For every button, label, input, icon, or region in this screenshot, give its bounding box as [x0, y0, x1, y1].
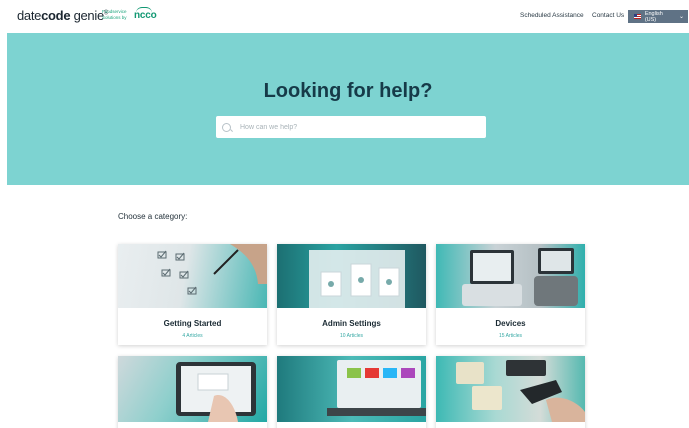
choose-category-heading: Choose a category: [118, 212, 188, 221]
category-card-4[interactable] [118, 356, 267, 428]
category-card-6[interactable] [436, 356, 585, 428]
category-card-devices[interactable]: Devices 15 Articles [436, 244, 585, 345]
search-icon [222, 122, 231, 132]
laptop-app-photo [277, 356, 426, 422]
category-card-getting-started[interactable]: Getting Started 4 Articles [118, 244, 267, 345]
hero-banner: Looking for help? [7, 33, 689, 185]
nav-contact-us[interactable]: Contact Us [592, 12, 624, 19]
us-flag-icon [634, 14, 641, 19]
chevron-down-icon: ⌄ [678, 14, 684, 20]
category-card-admin-settings[interactable]: Admin Settings 10 Articles [277, 244, 426, 345]
card-title: Getting Started [163, 319, 222, 328]
partner-tagline: Foodservice Solutions by [102, 9, 127, 20]
nav-scheduled-assistance[interactable]: Scheduled Assistance [520, 12, 584, 19]
tablet-hand-photo [118, 356, 267, 422]
card-title: Devices [495, 319, 526, 328]
search-box[interactable] [216, 116, 486, 138]
card-article-count: 15 Articles [498, 333, 523, 339]
hero-title: Looking for help? [263, 80, 433, 102]
language-selector[interactable]: English (US) ⌄ [628, 10, 688, 23]
checklist-photo [118, 244, 267, 308]
card-article-count: 10 Articles [339, 333, 364, 339]
language-label: English (US) [644, 10, 663, 23]
search-input[interactable] [240, 123, 460, 131]
site-header: datecode genie® Foodservice Solutions by… [0, 0, 689, 32]
ncco-logo: ncco [134, 10, 157, 21]
card-article-count: 4 Articles [182, 333, 203, 339]
datecodegenie-logo[interactable]: datecode genie® [17, 8, 108, 23]
barcode-scanner-photo [436, 356, 585, 422]
devices-printers-photo [436, 244, 585, 308]
admin-laptop-photo [277, 244, 426, 308]
card-title: Admin Settings [322, 319, 381, 328]
category-card-5[interactable] [277, 356, 426, 428]
